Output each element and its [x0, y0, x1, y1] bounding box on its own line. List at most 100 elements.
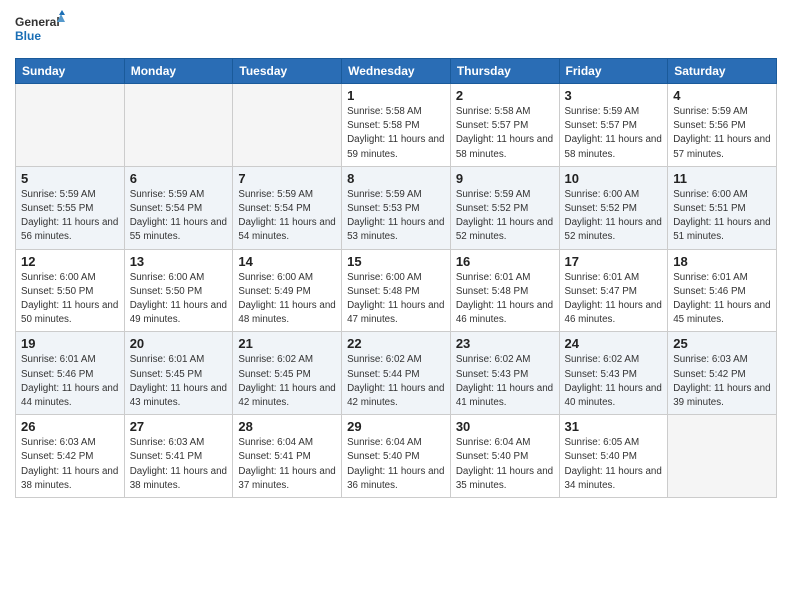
day-info: Sunrise: 5:58 AMSunset: 5:57 PMDaylight:…: [456, 105, 554, 162]
day-number: 19: [21, 336, 119, 351]
day-number: 3: [565, 88, 663, 103]
day-info: Sunrise: 6:02 AMSunset: 5:44 PMDaylight:…: [347, 353, 445, 410]
day-number: 7: [238, 171, 336, 186]
calendar-cell: 18 Sunrise: 6:01 AMSunset: 5:46 PMDayligh…: [668, 249, 777, 332]
day-number: 1: [347, 88, 445, 103]
day-info: Sunrise: 6:02 AMSunset: 5:45 PMDaylight:…: [238, 353, 336, 410]
day-number: 24: [565, 336, 663, 351]
day-info: Sunrise: 6:02 AMSunset: 5:43 PMDaylight:…: [456, 353, 554, 410]
day-info: Sunrise: 6:01 AMSunset: 5:47 PMDaylight:…: [565, 271, 663, 328]
day-number: 25: [673, 336, 771, 351]
calendar-cell: [233, 84, 342, 167]
page-container: General Blue SundayMondayTuesdayWednesda…: [0, 0, 792, 508]
calendar-cell: 10 Sunrise: 6:00 AMSunset: 5:52 PMDayligh…: [559, 166, 668, 249]
calendar-week-row: 5Sunrise: 5:59 AMSunset: 5:55 PMDaylight…: [16, 166, 777, 249]
day-info: Sunrise: 5:59 AMSunset: 5:54 PMDaylight:…: [238, 188, 336, 245]
day-info: Sunrise: 6:04 AMSunset: 5:40 PMDaylight:…: [456, 436, 554, 493]
calendar-cell: [16, 84, 125, 167]
calendar-cell: 20 Sunrise: 6:01 AMSunset: 5:45 PMDayligh…: [124, 332, 233, 415]
day-info: Sunrise: 5:58 AMSunset: 5:58 PMDaylight:…: [347, 105, 445, 162]
calendar-week-row: 1 Sunrise: 5:58 AMSunset: 5:58 PMDaylight…: [16, 84, 777, 167]
calendar-cell: 30 Sunrise: 6:04 AMSunset: 5:40 PMDayligh…: [450, 415, 559, 498]
calendar-cell: 3 Sunrise: 5:59 AMSunset: 5:57 PMDaylight…: [559, 84, 668, 167]
calendar-cell: 28Sunrise: 6:04 AMSunset: 5:41 PMDayligh…: [233, 415, 342, 498]
day-number: 8: [347, 171, 445, 186]
day-info: Sunrise: 6:01 AMSunset: 5:45 PMDaylight:…: [130, 353, 228, 410]
day-number: 14: [238, 254, 336, 269]
calendar-cell: 29 Sunrise: 6:04 AMSunset: 5:40 PMDayligh…: [342, 415, 451, 498]
calendar-cell: [124, 84, 233, 167]
calendar-cell: 19 Sunrise: 6:01 AMSunset: 5:46 PMDayligh…: [16, 332, 125, 415]
svg-text:General: General: [15, 15, 60, 29]
day-number: 13: [130, 254, 228, 269]
day-info: Sunrise: 6:01 AMSunset: 5:46 PMDaylight:…: [21, 353, 119, 410]
day-number: 11: [673, 171, 771, 186]
day-info: Sunrise: 6:04 AMSunset: 5:40 PMDaylight:…: [347, 436, 445, 493]
calendar-cell: 12Sunrise: 6:00 AMSunset: 5:50 PMDayligh…: [16, 249, 125, 332]
calendar-cell: 5Sunrise: 5:59 AMSunset: 5:55 PMDaylight…: [16, 166, 125, 249]
day-info: Sunrise: 5:59 AMSunset: 5:55 PMDaylight:…: [21, 188, 119, 245]
day-info: Sunrise: 6:00 AMSunset: 5:48 PMDaylight:…: [347, 271, 445, 328]
day-info: Sunrise: 6:00 AMSunset: 5:49 PMDaylight:…: [238, 271, 336, 328]
day-info: Sunrise: 6:00 AMSunset: 5:51 PMDaylight:…: [673, 188, 771, 245]
day-info: Sunrise: 6:05 AMSunset: 5:40 PMDaylight:…: [565, 436, 663, 493]
calendar-week-row: 19 Sunrise: 6:01 AMSunset: 5:46 PMDayligh…: [16, 332, 777, 415]
calendar-cell: 15Sunrise: 6:00 AMSunset: 5:48 PMDayligh…: [342, 249, 451, 332]
day-info: Sunrise: 5:59 AMSunset: 5:53 PMDaylight:…: [347, 188, 445, 245]
day-info: Sunrise: 6:00 AMSunset: 5:50 PMDaylight:…: [21, 271, 119, 328]
calendar-cell: 6 Sunrise: 5:59 AMSunset: 5:54 PMDaylight…: [124, 166, 233, 249]
day-number: 30: [456, 419, 554, 434]
calendar-cell: 11 Sunrise: 6:00 AMSunset: 5:51 PMDayligh…: [668, 166, 777, 249]
day-number: 29: [347, 419, 445, 434]
day-info: Sunrise: 5:59 AMSunset: 5:54 PMDaylight:…: [130, 188, 228, 245]
calendar-header-friday: Friday: [559, 59, 668, 84]
day-number: 10: [565, 171, 663, 186]
day-info: Sunrise: 6:03 AMSunset: 5:41 PMDaylight:…: [130, 436, 228, 493]
calendar-cell: 17Sunrise: 6:01 AMSunset: 5:47 PMDayligh…: [559, 249, 668, 332]
calendar-cell: 7 Sunrise: 5:59 AMSunset: 5:54 PMDaylight…: [233, 166, 342, 249]
calendar-header-thursday: Thursday: [450, 59, 559, 84]
day-info: Sunrise: 5:59 AMSunset: 5:52 PMDaylight:…: [456, 188, 554, 245]
calendar-cell: 8 Sunrise: 5:59 AMSunset: 5:53 PMDaylight…: [342, 166, 451, 249]
calendar-header-wednesday: Wednesday: [342, 59, 451, 84]
day-number: 20: [130, 336, 228, 351]
calendar-cell: 1 Sunrise: 5:58 AMSunset: 5:58 PMDaylight…: [342, 84, 451, 167]
calendar-cell: 26Sunrise: 6:03 AMSunset: 5:42 PMDayligh…: [16, 415, 125, 498]
day-number: 21: [238, 336, 336, 351]
calendar-header-monday: Monday: [124, 59, 233, 84]
day-number: 6: [130, 171, 228, 186]
day-info: Sunrise: 6:01 AMSunset: 5:48 PMDaylight:…: [456, 271, 554, 328]
day-number: 23: [456, 336, 554, 351]
day-info: Sunrise: 6:00 AMSunset: 5:52 PMDaylight:…: [565, 188, 663, 245]
day-info: Sunrise: 6:04 AMSunset: 5:41 PMDaylight:…: [238, 436, 336, 493]
calendar-week-row: 12Sunrise: 6:00 AMSunset: 5:50 PMDayligh…: [16, 249, 777, 332]
calendar-cell: 4Sunrise: 5:59 AMSunset: 5:56 PMDaylight…: [668, 84, 777, 167]
page-header: General Blue: [15, 10, 777, 50]
day-number: 4: [673, 88, 771, 103]
calendar-week-row: 26Sunrise: 6:03 AMSunset: 5:42 PMDayligh…: [16, 415, 777, 498]
day-info: Sunrise: 6:01 AMSunset: 5:46 PMDaylight:…: [673, 271, 771, 328]
calendar-header-saturday: Saturday: [668, 59, 777, 84]
day-info: Sunrise: 6:00 AMSunset: 5:50 PMDaylight:…: [130, 271, 228, 328]
calendar-cell: 14 Sunrise: 6:00 AMSunset: 5:49 PMDayligh…: [233, 249, 342, 332]
calendar-cell: 25 Sunrise: 6:03 AMSunset: 5:42 PMDayligh…: [668, 332, 777, 415]
day-info: Sunrise: 5:59 AMSunset: 5:57 PMDaylight:…: [565, 105, 663, 162]
day-number: 22: [347, 336, 445, 351]
logo-svg: General Blue: [15, 10, 65, 50]
day-number: 26: [21, 419, 119, 434]
calendar-cell: 9Sunrise: 5:59 AMSunset: 5:52 PMDaylight…: [450, 166, 559, 249]
calendar-cell: 22 Sunrise: 6:02 AMSunset: 5:44 PMDayligh…: [342, 332, 451, 415]
day-number: 2: [456, 88, 554, 103]
svg-text:Blue: Blue: [15, 29, 41, 43]
calendar-cell: 13 Sunrise: 6:00 AMSunset: 5:50 PMDayligh…: [124, 249, 233, 332]
day-info: Sunrise: 6:03 AMSunset: 5:42 PMDaylight:…: [673, 353, 771, 410]
day-number: 16: [456, 254, 554, 269]
day-number: 18: [673, 254, 771, 269]
calendar-cell: 2 Sunrise: 5:58 AMSunset: 5:57 PMDaylight…: [450, 84, 559, 167]
day-number: 31: [565, 419, 663, 434]
calendar-cell: 23 Sunrise: 6:02 AMSunset: 5:43 PMDayligh…: [450, 332, 559, 415]
logo: General Blue: [15, 10, 65, 50]
day-info: Sunrise: 6:02 AMSunset: 5:43 PMDaylight:…: [565, 353, 663, 410]
calendar-header-tuesday: Tuesday: [233, 59, 342, 84]
calendar-cell: 31 Sunrise: 6:05 AMSunset: 5:40 PMDayligh…: [559, 415, 668, 498]
